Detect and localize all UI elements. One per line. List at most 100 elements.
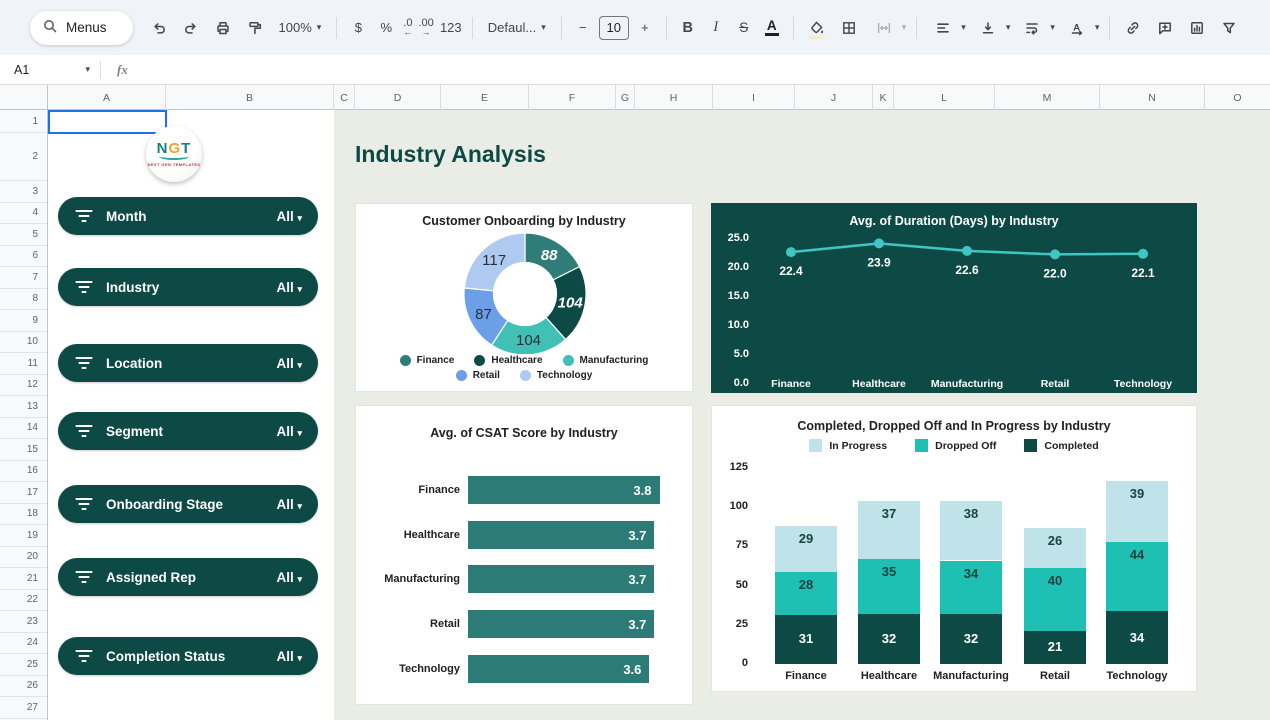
stacked-bar-chart-card[interactable]: Completed, Dropped Off and In Progress b… xyxy=(711,405,1197,692)
filter-value-dropdown[interactable]: All ▾ xyxy=(276,497,302,512)
column-header-F[interactable]: F xyxy=(529,85,616,110)
borders-button[interactable] xyxy=(836,15,862,41)
row-header-15[interactable]: 15 xyxy=(0,439,47,461)
row-header-8[interactable]: 8 xyxy=(0,289,47,311)
row-header-22[interactable]: 22 xyxy=(0,590,47,612)
x-category-label: Healthcare xyxy=(852,378,906,390)
vertical-align-button[interactable]: ▾ xyxy=(972,15,1011,41)
filter-value-dropdown[interactable]: All ▾ xyxy=(276,424,302,439)
column-header-K[interactable]: K xyxy=(873,85,894,110)
donut-chart-card[interactable]: Customer Onboarding by Industry 88104104… xyxy=(355,203,693,392)
fill-color-button[interactable] xyxy=(804,15,830,41)
filter-location[interactable]: LocationAll ▾ xyxy=(58,344,318,382)
text-color-button[interactable]: A xyxy=(761,15,783,41)
column-header-D[interactable]: D xyxy=(355,85,441,110)
row-header-21[interactable]: 21 xyxy=(0,568,47,590)
filter-value-dropdown[interactable]: All ▾ xyxy=(276,570,302,585)
row-header-19[interactable]: 19 xyxy=(0,525,47,547)
filter-month[interactable]: MonthAll ▾ xyxy=(58,197,318,235)
row-header-3[interactable]: 3 xyxy=(0,181,47,203)
row-header-23[interactable]: 23 xyxy=(0,611,47,633)
font-size-input[interactable]: 10 xyxy=(599,16,629,40)
filter-segment[interactable]: SegmentAll ▾ xyxy=(58,412,318,450)
row-header-20[interactable]: 20 xyxy=(0,547,47,569)
paint-format-button[interactable] xyxy=(242,15,268,41)
column-header-L[interactable]: L xyxy=(894,85,995,110)
filter-industry[interactable]: IndustryAll ▾ xyxy=(58,268,318,306)
merge-cells-button[interactable]: ▾ xyxy=(868,15,907,41)
increase-decimal-button[interactable]: .00→ xyxy=(419,15,434,41)
print-button[interactable] xyxy=(210,15,236,41)
row-header-25[interactable]: 25 xyxy=(0,654,47,676)
column-header-H[interactable]: H xyxy=(635,85,713,110)
text-rotation-button[interactable]: A▾ xyxy=(1061,15,1100,41)
bold-button[interactable]: B xyxy=(677,15,699,41)
filter-assigned-rep[interactable]: Assigned RepAll ▾ xyxy=(58,558,318,596)
row-header-26[interactable]: 26 xyxy=(0,676,47,698)
row-header-9[interactable]: 9 xyxy=(0,310,47,332)
insert-link-button[interactable] xyxy=(1120,15,1146,41)
redo-button[interactable] xyxy=(178,15,204,41)
font-family-select[interactable]: Defaul...▾ xyxy=(483,15,551,41)
filter-onboarding-stage[interactable]: Onboarding StageAll ▾ xyxy=(58,485,318,523)
row-header-7[interactable]: 7 xyxy=(0,267,47,289)
line-chart-card[interactable]: Avg. of Duration (Days) by Industry 25.0… xyxy=(711,203,1197,393)
column-header-M[interactable]: M xyxy=(995,85,1100,110)
name-box[interactable]: A1 ▾ xyxy=(0,63,100,77)
column-header-O[interactable]: O xyxy=(1205,85,1270,110)
column-header-C[interactable]: C xyxy=(334,85,355,110)
row-header-27[interactable]: 27 xyxy=(0,697,47,719)
sheet-grid[interactable]: NGT NEXT GEN TEMPLATES MonthAll ▾Industr… xyxy=(48,110,1270,720)
column-header-G[interactable]: G xyxy=(616,85,635,110)
category-label: Manufacturing xyxy=(356,573,468,585)
row-header-1[interactable]: 1 xyxy=(0,110,47,133)
column-header-B[interactable]: B xyxy=(166,85,334,110)
column-header-J[interactable]: J xyxy=(795,85,873,110)
row-header-24[interactable]: 24 xyxy=(0,633,47,655)
increase-font-size-button[interactable]: + xyxy=(634,15,656,41)
filter-value-dropdown[interactable]: All ▾ xyxy=(276,280,302,295)
insert-chart-button[interactable] xyxy=(1184,15,1210,41)
zoom-select[interactable]: 100%▾ xyxy=(274,15,327,41)
row-header-10[interactable]: 10 xyxy=(0,332,47,354)
italic-button[interactable]: I xyxy=(705,15,727,41)
horizontal-align-button[interactable]: ▾ xyxy=(927,15,966,41)
spreadsheet-app: Menus100%▾$%.0←.00→123Defaul...▾−10+BISA… xyxy=(0,0,1270,720)
formula-input[interactable] xyxy=(128,55,1270,84)
row-header-12[interactable]: 12 xyxy=(0,375,47,397)
select-all-corner[interactable] xyxy=(0,85,48,110)
logo-swoosh xyxy=(159,153,189,160)
row-header-18[interactable]: 18 xyxy=(0,504,47,526)
row-header-16[interactable]: 16 xyxy=(0,461,47,483)
strikethrough-button[interactable]: S xyxy=(733,15,755,41)
row-headers: 1234567891011121314151617181920212223242… xyxy=(0,110,48,720)
filter-value-dropdown[interactable]: All ▾ xyxy=(276,356,302,371)
row-header-14[interactable]: 14 xyxy=(0,418,47,440)
row-header-13[interactable]: 13 xyxy=(0,396,47,418)
row-header-5[interactable]: 5 xyxy=(0,224,47,246)
column-header-N[interactable]: N xyxy=(1100,85,1205,110)
decrease-decimal-button[interactable]: .0← xyxy=(403,15,412,41)
insert-comment-button[interactable] xyxy=(1152,15,1178,41)
csat-bar-chart-card[interactable]: Avg. of CSAT Score by Industry Finance3.… xyxy=(355,405,693,705)
filter-value-dropdown[interactable]: All ▾ xyxy=(276,209,302,224)
more-formats-button[interactable]: 123 xyxy=(440,15,462,41)
currency-format-button[interactable]: $ xyxy=(347,15,369,41)
column-header-A[interactable]: A xyxy=(48,85,166,110)
row-header-4[interactable]: 4 xyxy=(0,203,47,225)
percent-format-button[interactable]: % xyxy=(375,15,397,41)
decrease-font-size-button[interactable]: − xyxy=(572,15,594,41)
row-header-2[interactable]: 2 xyxy=(0,133,47,181)
row-header-17[interactable]: 17 xyxy=(0,482,47,504)
legend-dot xyxy=(474,355,485,366)
row-header-11[interactable]: 11 xyxy=(0,353,47,375)
row-header-6[interactable]: 6 xyxy=(0,246,47,268)
filter-value-dropdown[interactable]: All ▾ xyxy=(276,649,302,664)
column-header-E[interactable]: E xyxy=(441,85,529,110)
column-header-I[interactable]: I xyxy=(713,85,795,110)
text-wrap-button[interactable]: ▾ xyxy=(1016,15,1055,41)
menus-search[interactable]: Menus xyxy=(30,11,133,45)
undo-button[interactable] xyxy=(146,15,172,41)
filter-completion-status[interactable]: Completion StatusAll ▾ xyxy=(58,637,318,675)
create-filter-button[interactable] xyxy=(1216,15,1242,41)
